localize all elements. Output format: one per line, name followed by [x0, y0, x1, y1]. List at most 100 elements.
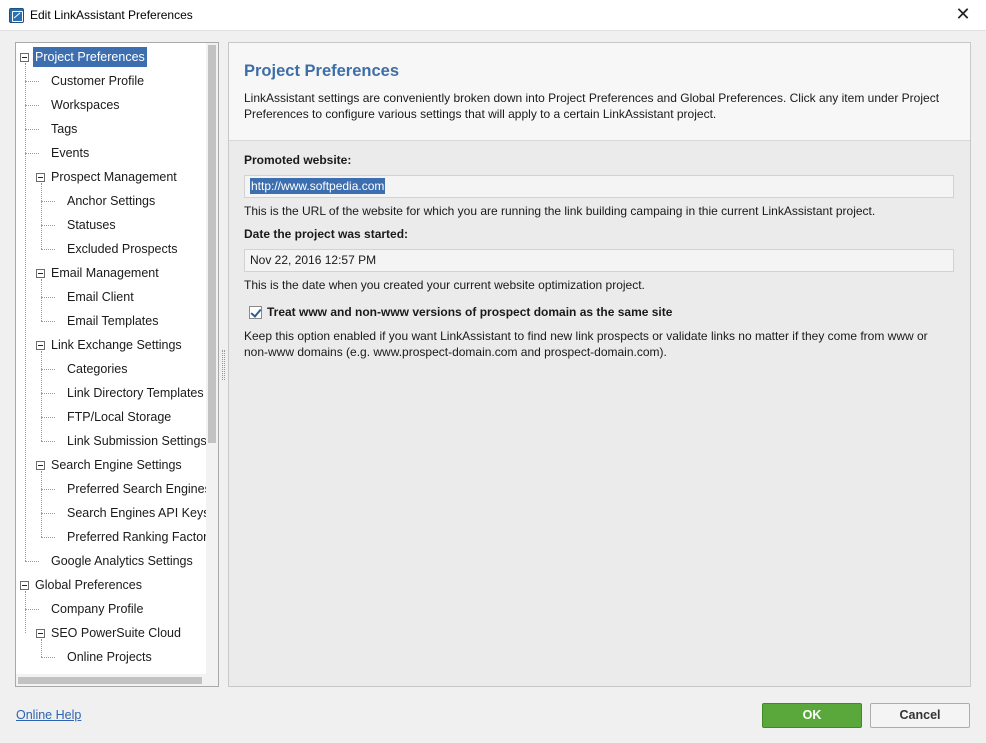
- tree-connector: [41, 537, 55, 538]
- tree-item[interactable]: Anchor Settings: [65, 189, 157, 213]
- tree-item-label: Email Templates: [67, 314, 159, 328]
- panel-splitter[interactable]: [222, 350, 225, 380]
- tree-item[interactable]: Link Submission Settings: [65, 429, 209, 453]
- app-icon: [9, 8, 24, 23]
- tree-item-label: Link Directory Templates: [67, 386, 204, 400]
- tree-item[interactable]: Company Profile: [49, 597, 145, 621]
- content-panel: Project Preferences LinkAssistant settin…: [228, 42, 971, 687]
- tree-item[interactable]: Project Preferences: [33, 45, 147, 69]
- tree-connector: [25, 81, 39, 82]
- promoted-website-label: Promoted website:: [244, 153, 352, 167]
- close-button[interactable]: ✕: [940, 0, 986, 31]
- date-started-value: Nov 22, 2016 12:57 PM: [250, 253, 377, 267]
- collapse-toggle-icon[interactable]: [20, 581, 29, 590]
- tree-item-label: SEO PowerSuite Cloud: [51, 626, 181, 640]
- tree-item[interactable]: Preferred Search Engines: [65, 477, 213, 501]
- www-option-hint-line2: non-www domains (e.g. www.prospect-domai…: [244, 345, 667, 359]
- tree-item-label: Online Projects: [67, 650, 152, 664]
- tree-connector: [41, 489, 55, 490]
- tree-item[interactable]: Events: [49, 141, 91, 165]
- tree-item[interactable]: Email Templates: [65, 309, 160, 333]
- tree-vertical-scrollbar[interactable]: [206, 43, 218, 674]
- tree-vertical-scroll-thumb[interactable]: [208, 45, 216, 443]
- tree-item[interactable]: Prospect Management: [49, 165, 179, 189]
- tree-item[interactable]: Link Exchange Settings: [49, 333, 184, 357]
- tree-item-label: Excluded Prospects: [67, 242, 178, 256]
- tree-item-label: Email Management: [51, 266, 159, 280]
- tree-item[interactable]: Email Client: [65, 285, 136, 309]
- collapse-toggle-icon[interactable]: [36, 461, 45, 470]
- collapse-toggle-icon[interactable]: [36, 629, 45, 638]
- tree-item-label: Anchor Settings: [67, 194, 156, 208]
- tree-item-label: Events: [51, 146, 90, 160]
- tree-item-label: Google Analytics Settings: [51, 554, 193, 568]
- tree-item[interactable]: Customer Profile: [49, 69, 146, 93]
- tree-item-label: Preferred Search Engines: [67, 482, 211, 496]
- tree-connector: [41, 393, 55, 394]
- tree-connector: [41, 321, 55, 322]
- tree-item-label: Customer Profile: [51, 74, 145, 88]
- tree-item[interactable]: Email Management: [49, 261, 161, 285]
- collapse-toggle-icon[interactable]: [36, 173, 45, 182]
- tree-item-label: Project Preferences: [33, 47, 147, 67]
- tree-item[interactable]: Tags: [49, 117, 79, 141]
- tree-item-label: Email Client: [67, 290, 134, 304]
- tree-item[interactable]: Preferred Ranking Factors: [65, 525, 216, 549]
- tree-item-label: Search Engine Settings: [51, 458, 182, 472]
- tree-item[interactable]: Search Engines API Keys: [65, 501, 211, 525]
- tree-guide-line: [41, 351, 42, 441]
- tree-connector: [41, 297, 55, 298]
- ok-button[interactable]: OK: [762, 703, 862, 728]
- collapse-toggle-icon[interactable]: [36, 269, 45, 278]
- tree-connector: [25, 105, 39, 106]
- tree-item-label: Link Submission Settings: [67, 434, 207, 448]
- cancel-button[interactable]: Cancel: [870, 703, 970, 728]
- tree-connector: [25, 609, 39, 610]
- title-bar: Edit LinkAssistant Preferences ✕: [0, 0, 986, 31]
- www-option-checkbox[interactable]: [249, 306, 262, 319]
- tree-connector: [25, 561, 39, 562]
- tree-item[interactable]: FTP/Local Storage: [65, 405, 173, 429]
- tree-item[interactable]: Global Preferences: [33, 573, 144, 597]
- tree-guide-line: [41, 279, 42, 321]
- date-started-hint: This is the date when you created your c…: [244, 278, 645, 292]
- tree-connector: [25, 129, 39, 130]
- tree-item-label: Search Engines API Keys: [67, 506, 210, 520]
- tree-item-label: FTP/Local Storage: [67, 410, 172, 424]
- tree-item[interactable]: Google Analytics Settings: [49, 549, 195, 573]
- content-header: Project Preferences LinkAssistant settin…: [229, 43, 970, 141]
- tree-connector: [41, 225, 55, 226]
- promoted-website-input[interactable]: http://www.softpedia.com: [244, 175, 954, 198]
- tree-connector: [25, 153, 39, 154]
- date-started-field: Nov 22, 2016 12:57 PM: [244, 249, 954, 272]
- online-help-link[interactable]: Online Help: [16, 708, 81, 722]
- www-option-hint-line1: Keep this option enabled if you want Lin…: [244, 329, 928, 343]
- tree-item[interactable]: Search Engine Settings: [49, 453, 184, 477]
- tree-connector: [41, 201, 55, 202]
- collapse-toggle-icon[interactable]: [36, 341, 45, 350]
- collapse-toggle-icon[interactable]: [20, 53, 29, 62]
- tree-item[interactable]: SEO PowerSuite Cloud: [49, 621, 183, 645]
- window-title: Edit LinkAssistant Preferences: [30, 8, 193, 22]
- tree-horizontal-scroll-thumb[interactable]: [18, 677, 202, 684]
- tree-connector: [41, 513, 55, 514]
- tree-guide-line: [41, 183, 42, 249]
- tree-item[interactable]: Statuses: [65, 213, 118, 237]
- tree-connector: [41, 417, 55, 418]
- tree-item-label: Global Preferences: [35, 578, 143, 592]
- tree-item-label: Link Exchange Settings: [51, 338, 182, 352]
- tree-horizontal-scrollbar[interactable]: [16, 674, 218, 686]
- tree-item[interactable]: Categories: [65, 357, 129, 381]
- tree-item-label: Preferred Ranking Factors: [67, 530, 214, 544]
- www-option-label[interactable]: Treat www and non-www versions of prospe…: [267, 305, 672, 319]
- tree-guide-line: [41, 639, 42, 657]
- tree-item[interactable]: Online Projects: [65, 645, 154, 669]
- tree-item-label: Company Profile: [51, 602, 144, 616]
- tree-item[interactable]: Link Directory Templates: [65, 381, 206, 405]
- tree-connector: [41, 657, 55, 658]
- tree-item[interactable]: Workspaces: [49, 93, 122, 117]
- tree-connector: [41, 249, 55, 250]
- tree-item-label: Prospect Management: [51, 170, 177, 184]
- tree-connector: [41, 369, 55, 370]
- tree-item[interactable]: Excluded Prospects: [65, 237, 179, 261]
